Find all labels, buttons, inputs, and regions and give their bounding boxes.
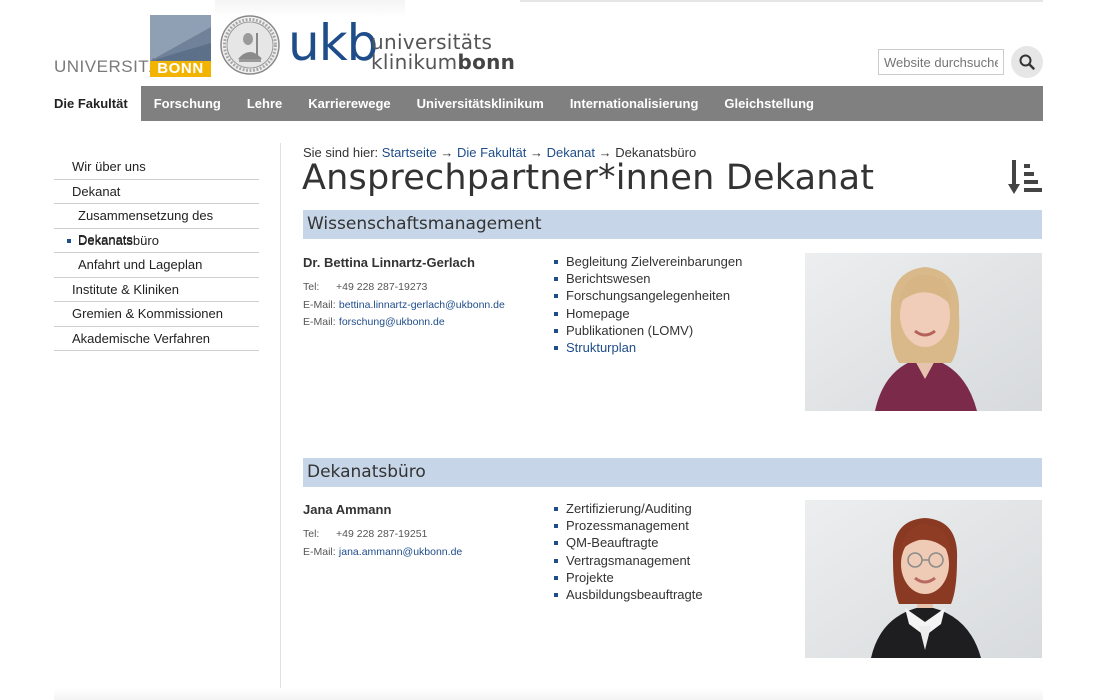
list-bullet-icon <box>554 346 558 351</box>
contact-block: Tel: +49 228 287-19251 E-Mail: jana.amman… <box>303 526 462 561</box>
sidebar-item-zusammensetzung[interactable]: Zusammensetzung des Dekanats <box>54 204 259 247</box>
search-input[interactable] <box>878 49 1004 75</box>
bonn-wordmark: BONN <box>150 61 211 77</box>
list-bullet-icon <box>554 507 558 511</box>
sidebar-item-gremien[interactable]: Gremien & Kommissionen <box>54 302 259 327</box>
list-bullet-icon <box>554 575 558 580</box>
list-bullet-icon <box>554 524 558 529</box>
bottom-decor <box>54 688 1043 700</box>
tel-row: Tel: +49 228 287-19273 <box>303 279 505 297</box>
email-label: E-Mail: <box>303 298 336 311</box>
sidebar-item-akademische-verfahren[interactable]: Akademische Verfahren <box>54 327 259 351</box>
email-row: E-Mail: bettina.linnartz-gerlach@ukbonn.… <box>303 297 505 315</box>
sidebar-item-dekanatsbuero[interactable]: Dekanatsbüro <box>54 229 259 253</box>
strukturplan-link[interactable]: Strukturplan <box>566 340 636 355</box>
nav-item-universitaetsklinikum[interactable]: Universitätsklinikum <box>404 86 557 121</box>
magnifier-icon <box>1019 54 1035 70</box>
nav-item-lehre[interactable]: Lehre <box>234 86 295 121</box>
section-heading-dekanatsbuero: Dekanatsbüro <box>303 458 1042 487</box>
sidebar-navigation: Wir über uns Dekanat Zusammensetzung des… <box>54 155 259 351</box>
list-bullet-icon <box>554 260 558 264</box>
tel-row: Tel: +49 228 287-19251 <box>303 526 462 544</box>
tel-label: Tel: <box>303 528 320 540</box>
top-decor-line <box>520 0 1043 2</box>
sidebar-item-anfahrt[interactable]: Anfahrt und Lageplan <box>54 253 259 278</box>
task-item: Berichtswesen <box>554 270 742 287</box>
nav-item-forschung[interactable]: Forschung <box>141 86 234 121</box>
nav-item-karrierewege[interactable]: Karrierewege <box>295 86 403 121</box>
list-bullet-icon <box>554 593 558 598</box>
university-bonn-logo[interactable]: UNIVERSITÄT BONN <box>54 15 212 77</box>
email-row: E-Mail: jana.ammann@ukbonn.de <box>303 544 462 562</box>
task-item: Ausbildungsbeauftragte <box>554 586 703 603</box>
task-item: Begleitung Zielvereinbarungen <box>554 253 742 270</box>
list-bullet-icon <box>554 277 558 282</box>
email-label: E-Mail: <box>303 316 336 328</box>
sidebar-item-label: Dekanatsbüro <box>78 232 159 248</box>
task-item: Publikationen (LOMV) <box>554 322 742 339</box>
person-name: Dr. Bettina Linnartz-Gerlach <box>303 255 475 270</box>
person-name: Jana Ammann <box>303 502 392 517</box>
page-title: Ansprechpartner*innen Dekanat <box>302 158 875 198</box>
tel-value: +49 228 287-19273 <box>336 281 428 293</box>
email-link[interactable]: jana.ammann@ukbonn.de <box>339 546 462 558</box>
ukb-logo[interactable]: ukb universitäts klinikumbonn <box>288 14 515 76</box>
list-bullet-icon <box>554 311 558 316</box>
nav-item-die-fakultaet[interactable]: Die Fakultät <box>54 86 141 121</box>
email-row: E-Mail: forschung@ukbonn.de <box>303 314 505 332</box>
sidebar-item-dekanat[interactable]: Dekanat <box>54 180 259 204</box>
task-item: Forschungsangelegenheiten <box>554 287 742 304</box>
sidebar-item-institute-kliniken[interactable]: Institute & Kliniken <box>54 278 259 302</box>
email-link[interactable]: forschung@ukbonn.de <box>339 316 445 328</box>
nav-item-gleichstellung[interactable]: Gleichstellung <box>711 86 827 121</box>
task-item: Projekte <box>554 569 703 586</box>
list-bullet-icon <box>554 294 558 299</box>
content-divider <box>280 143 281 700</box>
faculty-seal-icon <box>220 15 280 75</box>
task-list: Zertifizierung/Auditing Prozessmanagemen… <box>554 500 703 603</box>
task-item: QM-Beauftragte <box>554 534 703 551</box>
email-link[interactable]: bettina.linnartz-gerlach@ukbonn.de <box>339 299 505 311</box>
sort-list-icon[interactable] <box>1008 158 1044 196</box>
task-item: Zertifizierung/Auditing <box>554 500 703 517</box>
nav-item-internationalisierung[interactable]: Internationalisierung <box>557 86 712 121</box>
task-item-link[interactable]: Strukturplan <box>554 339 742 356</box>
ukb-line2: klinikumbonn <box>371 50 516 74</box>
email-label: E-Mail: <box>303 545 336 558</box>
active-bullet-icon <box>67 238 71 243</box>
search-button[interactable] <box>1011 46 1043 78</box>
task-list: Begleitung Zielvereinbarungen Berichtswe… <box>554 253 742 356</box>
tel-label: Tel: <box>303 281 320 293</box>
list-bullet-icon <box>554 328 558 333</box>
task-item: Homepage <box>554 305 742 322</box>
section-heading-wissenschaftsmanagement: Wissenschaftsmanagement <box>303 210 1042 239</box>
task-item: Prozessmanagement <box>554 517 703 534</box>
list-bullet-icon <box>554 558 558 563</box>
list-bullet-icon <box>554 541 558 546</box>
person-photo <box>805 500 1042 658</box>
tel-value: +49 228 287-19251 <box>336 528 428 540</box>
person-photo <box>805 253 1042 411</box>
contact-block: Tel: +49 228 287-19273 E-Mail: bettina.li… <box>303 279 505 332</box>
ukb-wordmark: ukb <box>288 14 378 72</box>
task-item: Vertragsmanagement <box>554 552 703 569</box>
university-logo-graphic <box>150 15 211 61</box>
sidebar-item-wir-ueber-uns[interactable]: Wir über uns <box>54 155 259 180</box>
main-navigation: Die Fakultät Forschung Lehre Karriereweg… <box>54 86 1043 121</box>
